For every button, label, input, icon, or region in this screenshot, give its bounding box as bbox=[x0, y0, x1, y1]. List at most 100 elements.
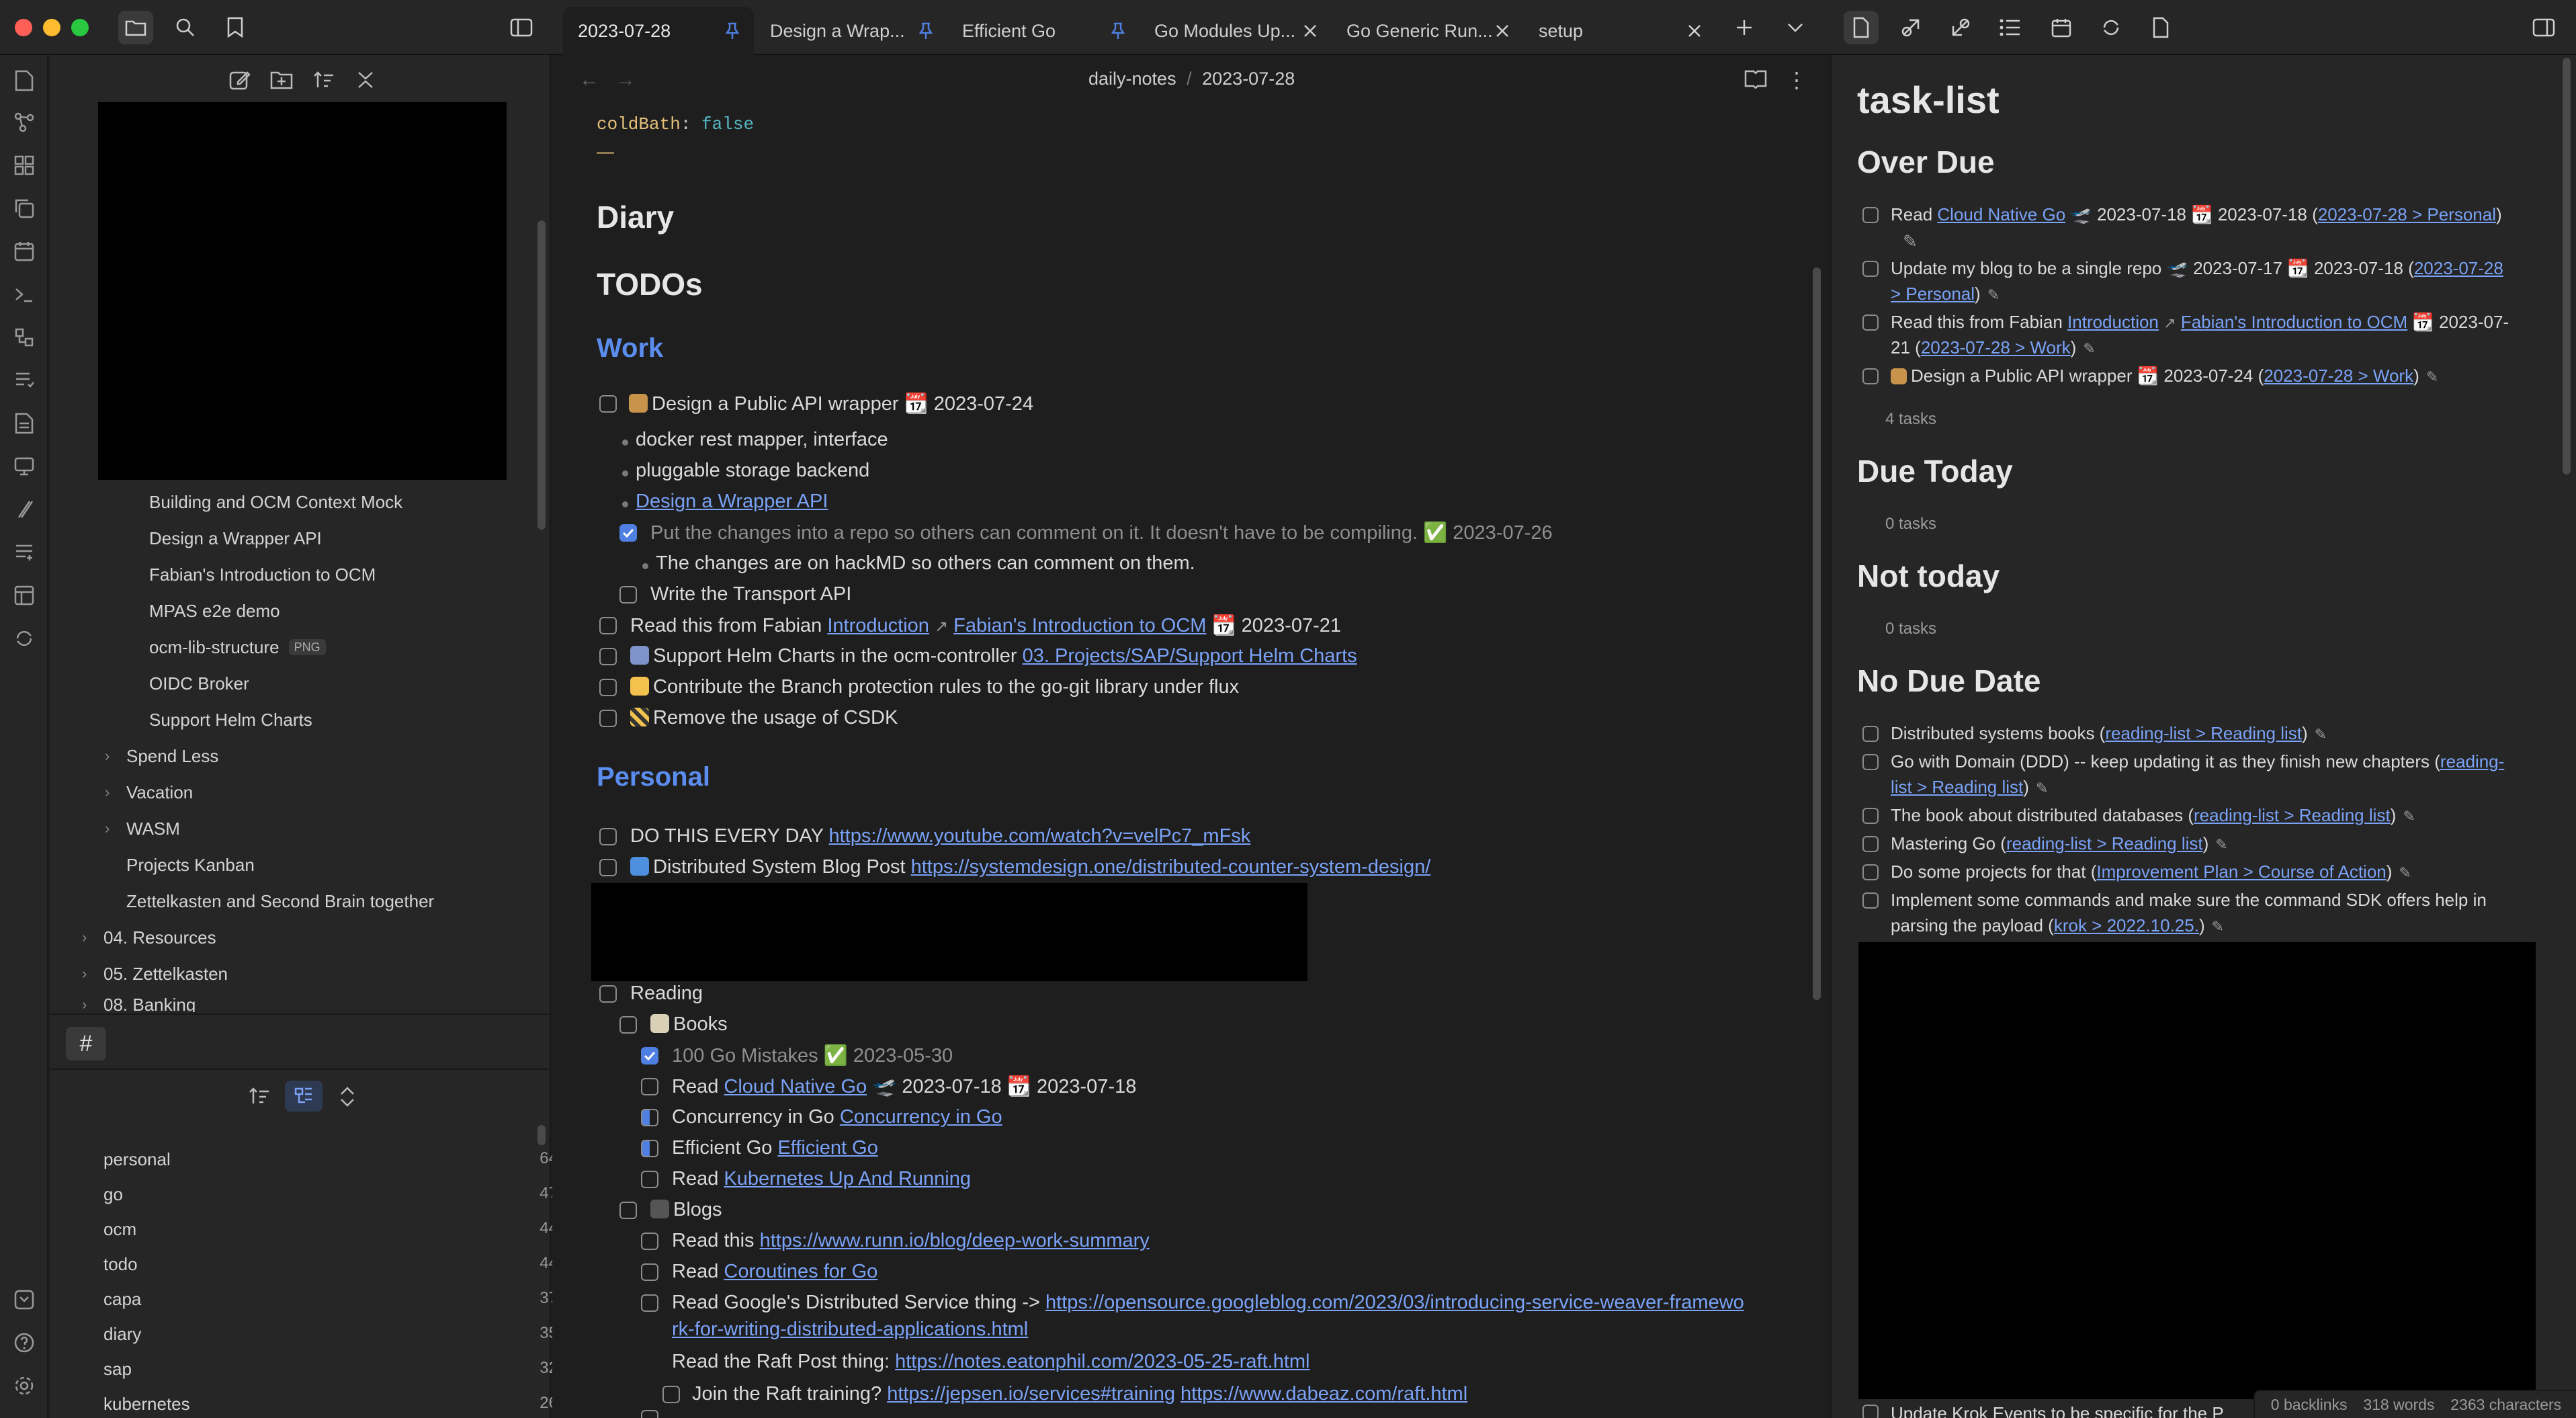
file-item[interactable]: Zettelkasten and Second Brain together bbox=[126, 891, 434, 912]
tag-row[interactable]: sap 32 bbox=[103, 1359, 558, 1392]
task-text[interactable]: Read this from Fabian Introduction ↗ Fab… bbox=[630, 614, 1341, 637]
edit-pencil-icon[interactable]: ✎ bbox=[2212, 918, 2224, 935]
sort-tags-button[interactable] bbox=[249, 1086, 270, 1110]
scrollbar[interactable] bbox=[1813, 267, 1821, 1000]
task-checkbox[interactable] bbox=[1862, 808, 1879, 824]
tag-row[interactable]: kubernetes 26 bbox=[103, 1394, 558, 1418]
close-window-button[interactable] bbox=[15, 19, 32, 36]
external-link[interactable]: https://jepsen.io/services#training bbox=[887, 1383, 1175, 1405]
task-text[interactable]: Implement some commands and make sure th… bbox=[1891, 890, 2487, 911]
frontmatter[interactable]: coldBath: false bbox=[597, 114, 754, 134]
task-checkbox-in-progress[interactable] bbox=[641, 1140, 658, 1157]
chevron-right-icon[interactable]: › bbox=[82, 965, 87, 983]
right-pane-sync-tab[interactable] bbox=[2094, 11, 2129, 44]
task-checkbox[interactable] bbox=[1862, 892, 1879, 909]
tab-efficient-go[interactable]: Efficient Go bbox=[947, 7, 1140, 55]
task-checkbox[interactable] bbox=[619, 1202, 637, 1219]
edit-pencil-icon[interactable]: ✎ bbox=[1987, 286, 2000, 304]
task-checkbox[interactable] bbox=[641, 1171, 658, 1188]
chevron-right-icon[interactable]: › bbox=[82, 996, 87, 1012]
folder-item[interactable]: WASM bbox=[126, 819, 180, 839]
task-text[interactable]: Contribute the Branch protection rules t… bbox=[630, 676, 1239, 698]
task-checkbox-in-progress[interactable] bbox=[641, 1109, 658, 1126]
task-text[interactable]: Support Helm Charts in the ocm-controlle… bbox=[630, 645, 1357, 667]
tab-setup[interactable]: setup bbox=[1524, 7, 1716, 55]
task-text[interactable]: Read the Raft Post thing: https://notes.… bbox=[672, 1351, 1310, 1373]
collapse-all-button[interactable] bbox=[356, 70, 375, 93]
internal-link[interactable]: Concurrency in Go bbox=[840, 1106, 1002, 1128]
settings-gear-icon[interactable] bbox=[12, 1374, 36, 1398]
external-link[interactable]: https://www.runn.io/blog/deep-work-summa… bbox=[760, 1230, 1150, 1251]
scrollbar[interactable] bbox=[2563, 58, 2571, 474]
internal-link[interactable]: Introduction bbox=[827, 615, 929, 636]
task-checkbox[interactable] bbox=[599, 617, 617, 634]
heading-personal[interactable]: Personal bbox=[597, 762, 710, 792]
task-checkbox[interactable] bbox=[641, 1233, 658, 1250]
task-checkbox-checked[interactable] bbox=[619, 524, 637, 542]
tag-row[interactable]: diary 35 bbox=[103, 1324, 558, 1358]
expand-collapse-button[interactable] bbox=[339, 1086, 356, 1111]
task-checkbox[interactable] bbox=[1862, 754, 1879, 770]
right-pane-calendar-tab[interactable] bbox=[2044, 11, 2079, 44]
task-checkbox[interactable] bbox=[599, 710, 617, 727]
task-text-done[interactable]: Put the changes into a repo so others ca… bbox=[650, 522, 1553, 544]
reading-view-button[interactable] bbox=[1744, 69, 1767, 92]
breadcrumb-folder[interactable]: daily-notes bbox=[1088, 69, 1176, 89]
tab-go-modules[interactable]: Go Modules Up... bbox=[1140, 7, 1332, 55]
task-checkbox[interactable] bbox=[1862, 261, 1879, 277]
internal-link[interactable]: Design a Wrapper API bbox=[636, 491, 828, 513]
tree-view-toggle[interactable] bbox=[285, 1081, 323, 1112]
edit-pencil-icon[interactable]: ✎ bbox=[1903, 231, 1918, 252]
tag-row[interactable]: todo 44 bbox=[103, 1254, 558, 1288]
link-sync-icon[interactable] bbox=[12, 626, 36, 651]
task-checkbox[interactable] bbox=[1862, 726, 1879, 742]
task-checkbox[interactable] bbox=[641, 1294, 658, 1312]
right-pane-backlinks-tab[interactable] bbox=[1943, 11, 1978, 44]
backlink[interactable]: Improvement Plan > Course of Action bbox=[2096, 862, 2386, 882]
task-text[interactable]: Update my blog to be a single repo 🛫 202… bbox=[1891, 258, 2563, 279]
task-checkbox[interactable] bbox=[641, 1078, 658, 1095]
back-arrow-icon[interactable]: ← bbox=[579, 69, 599, 91]
edit-pencil-icon[interactable]: ✎ bbox=[2036, 780, 2048, 797]
more-options-icon[interactable]: ⋮ bbox=[1786, 67, 1807, 93]
status-backlinks[interactable]: 0 backlinks bbox=[2271, 1396, 2348, 1414]
task-checkbox[interactable] bbox=[641, 1263, 658, 1281]
task-text[interactable]: Read Cloud Native Go 🛫 2023-07-18 📆 2023… bbox=[1891, 204, 2563, 225]
task-text[interactable]: Do some projects for that (Improvement P… bbox=[1891, 862, 2411, 882]
task-text[interactable]: Books bbox=[650, 1013, 728, 1036]
collapse-left-sidebar-button[interactable] bbox=[504, 11, 539, 44]
forward-arrow-icon[interactable]: → bbox=[615, 69, 636, 91]
task-text[interactable]: Remove the usage of CSDK bbox=[630, 707, 898, 729]
file-item[interactable]: Fabian's Introduction to OCM bbox=[149, 565, 376, 585]
task-text-cont[interactable]: > Personal) ✎ bbox=[1891, 284, 2000, 304]
templates-icon[interactable] bbox=[12, 325, 36, 349]
backlink[interactable]: reading-list > Reading list bbox=[2105, 723, 2302, 743]
task-text[interactable]: Write the Transport API bbox=[650, 583, 851, 606]
tasks-icon[interactable] bbox=[12, 368, 36, 392]
new-tab-button[interactable] bbox=[1727, 11, 1762, 44]
task-checkbox[interactable] bbox=[599, 828, 617, 845]
backlink[interactable]: reading- bbox=[2440, 751, 2504, 771]
task-text[interactable]: Read this https://www.runn.io/blog/deep-… bbox=[672, 1230, 1150, 1252]
audio-recorder-icon[interactable] bbox=[12, 540, 36, 565]
folder-item[interactable]: 08. Banking bbox=[103, 996, 196, 1012]
task-checkbox[interactable] bbox=[641, 1410, 658, 1418]
edit-pencil-icon[interactable]: ✎ bbox=[2426, 368, 2438, 386]
folder-item[interactable]: Spend Less bbox=[126, 746, 218, 767]
internal-link[interactable]: Coroutines for Go bbox=[724, 1261, 877, 1282]
task-text[interactable]: Efficient Go Efficient Go bbox=[672, 1137, 878, 1159]
task-checkbox-checked[interactable] bbox=[641, 1047, 658, 1065]
task-checkbox[interactable] bbox=[1862, 864, 1879, 880]
edit-pencil-icon[interactable]: ✎ bbox=[2215, 836, 2227, 853]
tab-list-dropdown[interactable] bbox=[1778, 11, 1813, 44]
scrollbar[interactable] bbox=[538, 220, 546, 530]
backlink[interactable]: 2023-07-28 > Personal bbox=[2318, 204, 2496, 224]
bookmarks-toggle[interactable] bbox=[218, 11, 253, 44]
task-text[interactable]: Concurrency in Go Concurrency in Go bbox=[672, 1106, 1002, 1128]
task-checkbox[interactable] bbox=[599, 859, 617, 876]
task-text[interactable]: The book about distributed databases (re… bbox=[1891, 805, 2415, 826]
right-pane-outline-tab[interactable] bbox=[1993, 11, 2028, 44]
tag-row[interactable]: capa 37 bbox=[103, 1289, 558, 1323]
task-text[interactable]: Reading bbox=[630, 983, 703, 1005]
file-explorer-toggle[interactable] bbox=[118, 11, 153, 44]
